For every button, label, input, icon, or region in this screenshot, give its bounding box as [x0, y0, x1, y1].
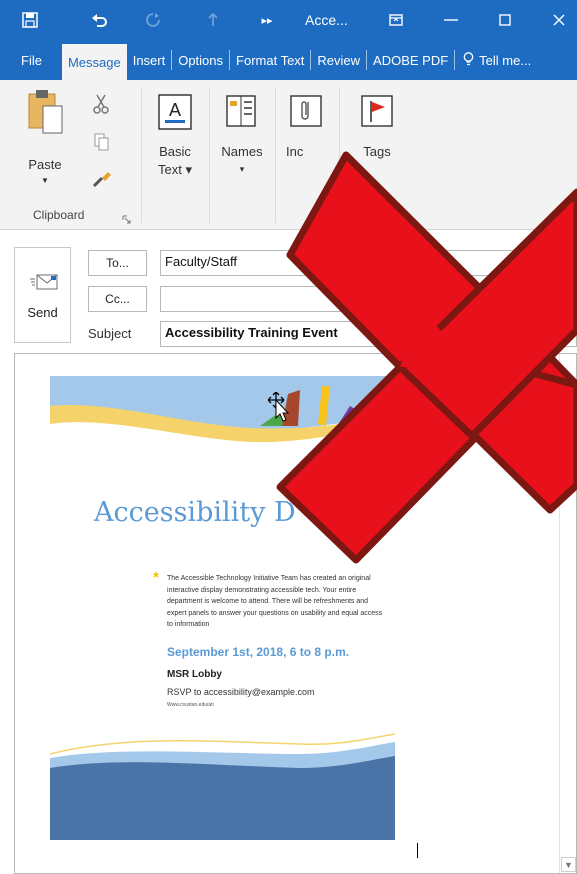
- basic-text-label-2: Text ▾: [158, 162, 192, 177]
- paste-button[interactable]: Paste ▼: [22, 88, 68, 198]
- flyer-footer-graphic: [50, 733, 395, 840]
- flyer-url: Www.csustan.edu/ati: [167, 702, 214, 708]
- more-commands-icon[interactable]: ▸▸: [256, 0, 278, 40]
- up-arrow-icon[interactable]: [200, 0, 226, 40]
- flyer-date: September 1st, 2018, 6 to 8 p.m.: [167, 645, 350, 659]
- svg-text:A: A: [169, 100, 181, 120]
- include-label: Inc: [286, 144, 304, 159]
- window-title: Acce...: [305, 12, 348, 28]
- minimize-icon[interactable]: [438, 0, 464, 40]
- tags-button[interactable]: Tags: [350, 88, 404, 198]
- names-button[interactable]: Names ▾: [216, 88, 268, 198]
- cut-icon[interactable]: [92, 94, 110, 119]
- paperclip-icon: [289, 94, 323, 133]
- group-divider: [339, 88, 340, 223]
- redo-icon[interactable]: [140, 0, 166, 40]
- basic-text-label-1: Basic: [159, 144, 191, 159]
- scroll-down-icon[interactable]: ▼: [561, 857, 576, 872]
- save-icon[interactable]: [12, 0, 48, 40]
- tab-review[interactable]: Review: [311, 40, 366, 80]
- to-field[interactable]: Faculty/Staff: [160, 250, 577, 276]
- text-cursor: [417, 843, 418, 858]
- restore-ribbon-icon[interactable]: [383, 0, 409, 40]
- paste-icon: [27, 88, 63, 139]
- tab-adobe-pdf[interactable]: ADOBE PDF: [367, 40, 454, 80]
- flyer-rsvp: RSVP to accessibility@example.com: [167, 687, 315, 697]
- group-divider: [141, 88, 142, 223]
- cc-field[interactable]: [160, 286, 577, 312]
- flyer-title: Accessibility D: [94, 497, 296, 528]
- asterisk-bullet: *: [153, 569, 159, 586]
- chevron-down-icon: ▾: [239, 164, 245, 174]
- tell-me-search[interactable]: Tell me...: [455, 40, 537, 80]
- tab-file[interactable]: File: [0, 40, 62, 80]
- send-label: Send: [27, 305, 58, 320]
- paste-label: Paste: [28, 157, 62, 172]
- subject-field[interactable]: Accessibility Training Event: [160, 321, 577, 347]
- names-label: Names: [221, 144, 263, 159]
- format-painter-icon[interactable]: [92, 170, 112, 193]
- tell-me-label: Tell me...: [479, 52, 532, 68]
- ribbon-tabs: File Message Insert Options Format Text …: [0, 40, 577, 80]
- dialog-launcher-icon[interactable]: [122, 211, 131, 229]
- flyer-paragraph: The Accessible Technology Initiative Tea…: [167, 575, 383, 628]
- address-book-icon: [225, 94, 259, 133]
- chevron-down-icon: ▼: [41, 176, 49, 185]
- basic-text-button[interactable]: A Basic Text ▾: [152, 88, 198, 198]
- lightbulb-icon: [463, 51, 474, 69]
- cc-button[interactable]: Cc...: [88, 286, 147, 312]
- move-cursor-icon: [267, 391, 292, 427]
- copy-icon[interactable]: [94, 133, 110, 156]
- send-button[interactable]: Send: [14, 247, 71, 343]
- close-icon[interactable]: [546, 0, 572, 40]
- tab-options[interactable]: Options: [172, 40, 229, 80]
- tab-format-text[interactable]: Format Text: [230, 40, 310, 80]
- ribbon-message: Paste ▼ Clipboard A Basic Text ▾ Names ▾: [0, 80, 577, 230]
- tab-message[interactable]: Message: [61, 44, 127, 80]
- flyer-location: MSR Lobby: [167, 669, 222, 680]
- send-icon: [30, 272, 60, 297]
- group-divider: [275, 88, 276, 223]
- to-button[interactable]: To...: [88, 250, 147, 276]
- title-bar: ▸▸ Acce...: [0, 0, 577, 40]
- maximize-icon[interactable]: [492, 0, 518, 40]
- font-color-icon: A: [158, 94, 192, 135]
- tags-label: Tags: [363, 144, 391, 159]
- tab-insert[interactable]: Insert: [127, 40, 172, 80]
- group-divider: [209, 88, 210, 223]
- clipboard-group-label: Clipboard: [33, 208, 85, 222]
- flyer-header-graphic: [50, 376, 395, 466]
- include-button[interactable]: Inc: [282, 88, 332, 198]
- flag-icon: [360, 94, 394, 133]
- subject-label: Subject: [88, 326, 132, 341]
- undo-icon[interactable]: [84, 0, 114, 40]
- vertical-scrollbar[interactable]: ▼: [559, 354, 576, 873]
